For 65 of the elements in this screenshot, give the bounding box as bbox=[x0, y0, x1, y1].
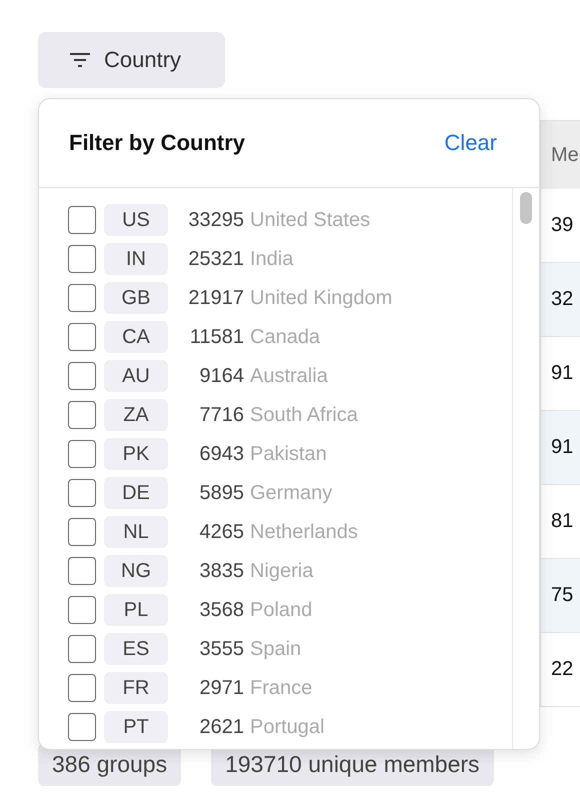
column-header[interactable]: Me bbox=[541, 121, 580, 189]
country-name: Spain bbox=[250, 638, 302, 660]
country-name: Poland bbox=[250, 598, 312, 622]
member-count: 3835 bbox=[198, 560, 244, 582]
country-code: PL bbox=[104, 594, 168, 626]
filter-icon bbox=[70, 53, 90, 67]
country-name: Australia bbox=[250, 364, 328, 388]
country-code: NL bbox=[104, 516, 168, 548]
country-code: NG bbox=[104, 555, 168, 587]
member-count: 3568 bbox=[198, 598, 244, 622]
checkbox[interactable] bbox=[68, 674, 96, 702]
member-count: 2621 bbox=[198, 716, 244, 738]
member-count: 9164 bbox=[198, 364, 244, 388]
member-count: 2971 bbox=[198, 676, 244, 700]
member-count: 6943 bbox=[198, 442, 244, 466]
country-name: Canada bbox=[250, 326, 320, 348]
country-name: Netherlands bbox=[250, 520, 358, 544]
country-code: IN bbox=[104, 243, 168, 275]
member-count: 4265 bbox=[198, 520, 244, 544]
country-name: Pakistan bbox=[250, 442, 327, 466]
checkbox[interactable] bbox=[68, 713, 96, 741]
country-name: France bbox=[250, 676, 312, 700]
clear-link[interactable]: Clear bbox=[444, 130, 497, 156]
checkbox[interactable] bbox=[68, 479, 96, 507]
checkbox[interactable] bbox=[68, 557, 96, 585]
checkbox[interactable] bbox=[68, 284, 96, 312]
checkbox[interactable] bbox=[68, 362, 96, 390]
checkbox[interactable] bbox=[68, 401, 96, 429]
scrollbar-thumb[interactable] bbox=[520, 192, 532, 224]
member-count: 3555 bbox=[198, 638, 244, 660]
checkbox[interactable] bbox=[68, 245, 96, 273]
checkbox[interactable] bbox=[68, 596, 96, 624]
checkbox[interactable] bbox=[68, 518, 96, 546]
country-name: Portugal bbox=[250, 716, 324, 738]
member-count: 5895 bbox=[198, 482, 244, 504]
country-name: South Africa bbox=[250, 404, 358, 426]
country-code: GB bbox=[104, 282, 168, 314]
country-code: FR bbox=[104, 672, 168, 704]
member-count: 7716 bbox=[198, 404, 244, 426]
country-name: Nigeria bbox=[250, 560, 314, 582]
country-code: PK bbox=[104, 438, 168, 470]
dropdown-title: Filter by Country bbox=[69, 130, 246, 156]
member-count: 33295 bbox=[187, 208, 244, 232]
checkbox[interactable] bbox=[68, 206, 96, 234]
table-cell: 75 bbox=[541, 559, 580, 633]
country-name: Germany bbox=[250, 482, 332, 504]
country-code: US bbox=[104, 204, 168, 236]
member-count: 21917 bbox=[187, 286, 244, 310]
country-name: United States bbox=[250, 208, 370, 232]
table-cell: 91 bbox=[541, 411, 580, 485]
checkbox[interactable] bbox=[68, 323, 96, 351]
country-code: ES bbox=[104, 633, 168, 665]
country-name: United Kingdom bbox=[250, 286, 392, 310]
checkbox[interactable] bbox=[68, 440, 96, 468]
checkbox[interactable] bbox=[68, 635, 96, 663]
country-code: AU bbox=[104, 360, 168, 392]
country-name: India bbox=[250, 248, 294, 270]
country-code: ZA bbox=[104, 399, 168, 431]
country-code: PT bbox=[104, 711, 168, 743]
country-code: CA bbox=[104, 321, 168, 353]
filter-button[interactable]: Country bbox=[38, 32, 225, 88]
member-count: 11581 bbox=[188, 326, 244, 348]
table-cell: 32 bbox=[541, 263, 580, 337]
member-count: 25321 bbox=[187, 248, 244, 270]
country-code: DE bbox=[104, 477, 168, 509]
